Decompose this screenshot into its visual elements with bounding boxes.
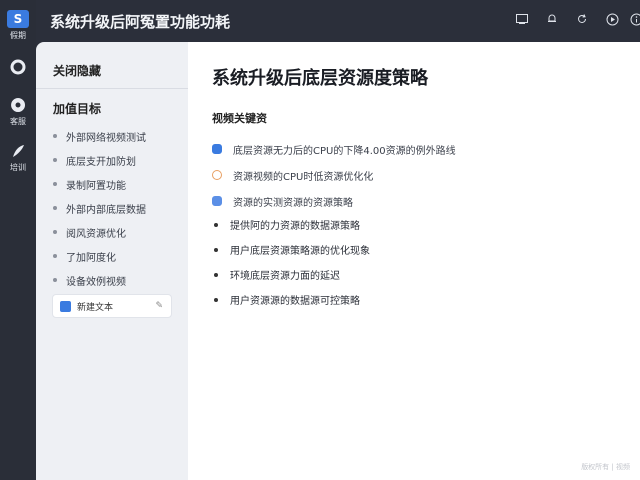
edit-icon[interactable]: ✎ xyxy=(155,301,163,311)
rail-ring[interactable] xyxy=(0,58,36,78)
bullet-icon xyxy=(53,254,57,258)
bullet-item: 提供阿的力资源的数据源策略 xyxy=(212,212,370,237)
info-icon[interactable] xyxy=(628,13,640,29)
side-item[interactable]: 底层支开加防划 xyxy=(53,148,146,172)
bullet-icon xyxy=(53,278,57,282)
bullet-text: 用户资源源的数据源可控策略 xyxy=(230,296,360,307)
rail-feather[interactable]: 培训 xyxy=(0,142,36,173)
side-item[interactable]: 设备效例视频 xyxy=(53,268,146,292)
checklist: 底层资源无力后的CPU的下降4.00资源的例外路线 资源视频的CPU时低资源优化… xyxy=(212,136,456,214)
bullet-text: 用户底层资源策略源的优化现象 xyxy=(230,246,370,257)
side-item-label: 底层支开加防划 xyxy=(66,156,136,168)
side-section-title: 加值目标 xyxy=(53,102,102,116)
section-subtitle: 视频关键资 xyxy=(212,112,267,125)
app-rail: S 假期 客服 培训 xyxy=(0,0,36,480)
checklist-text: 资源视频的CPU时低资源优化化 xyxy=(233,171,374,183)
side-divider xyxy=(36,88,188,89)
bullet-icon xyxy=(53,158,57,162)
chip-label: 新建文本 xyxy=(77,302,114,313)
rail-chat-label: 客服 xyxy=(10,117,26,126)
logo-icon: S xyxy=(7,10,29,28)
checkbox-icon[interactable] xyxy=(212,196,222,206)
checklist-item[interactable]: 底层资源无力后的CPU的下降4.00资源的例外路线 xyxy=(212,136,456,162)
rail-logo-label: 假期 xyxy=(10,31,26,40)
checklist-text: 底层资源无力后的CPU的下降4.00资源的例外路线 xyxy=(233,145,456,157)
bullet-icon xyxy=(53,230,57,234)
side-item-label: 了加阿度化 xyxy=(66,252,116,264)
bullet-item: 环境底层资源力面的延迟 xyxy=(212,262,370,287)
side-item-label: 录制阿置功能 xyxy=(66,180,126,192)
side-item[interactable]: 阅风资源优化 xyxy=(53,220,146,244)
rail-chat[interactable]: 客服 xyxy=(0,96,36,127)
side-item[interactable]: 外部网络视频测试 xyxy=(53,124,146,148)
bullet-item: 用户资源源的数据源可控策略 xyxy=(212,287,370,312)
side-panel: 关闭隐藏 加值目标 外部网络视频测试 底层支开加防划 录制阿置功能 外部内部底层… xyxy=(36,42,188,480)
checklist-item[interactable]: 资源的实测资源的资源策略 xyxy=(212,188,456,214)
rail-logo[interactable]: S 假期 xyxy=(0,10,36,41)
bullet-text: 环境底层资源力面的延迟 xyxy=(230,271,340,282)
radio-icon[interactable] xyxy=(212,170,222,180)
play-icon[interactable] xyxy=(604,13,620,29)
side-item[interactable]: 了加阿度化 xyxy=(53,244,146,268)
side-item-label: 设备效例视频 xyxy=(66,276,126,288)
refresh-icon[interactable] xyxy=(574,13,590,29)
side-heading[interactable]: 关闭隐藏 xyxy=(53,62,101,79)
window-icon[interactable] xyxy=(514,13,530,29)
bullet-icon xyxy=(53,182,57,186)
bullet-icon xyxy=(214,222,218,227)
checkbox-icon[interactable] xyxy=(212,144,222,154)
feather-icon xyxy=(13,145,24,157)
side-item-label: 外部内部底层数据 xyxy=(66,204,146,216)
document-icon xyxy=(60,300,71,312)
ring-icon xyxy=(10,59,26,75)
checklist-text: 资源的实测资源的资源策略 xyxy=(233,197,353,209)
bullet-icon xyxy=(214,297,218,302)
rail-feather-label: 培训 xyxy=(10,163,26,172)
new-text-chip[interactable]: 新建文本 ✎ xyxy=(52,294,172,318)
bullet-icon xyxy=(214,272,218,277)
side-item[interactable]: 外部内部底层数据 xyxy=(53,196,146,220)
bullet-icon xyxy=(214,247,218,252)
bullet-list: 提供阿的力资源的数据源策略 用户底层资源策略源的优化现象 环境底层资源力面的延迟… xyxy=(212,212,370,312)
bullet-icon xyxy=(53,206,57,210)
side-item-label: 阅风资源优化 xyxy=(66,228,126,240)
side-item[interactable]: 录制阿置功能 xyxy=(53,172,146,196)
bullet-icon xyxy=(53,134,57,138)
watermark: 版权所有 | 视频 xyxy=(581,463,630,471)
bullet-item: 用户底层资源策略源的优化现象 xyxy=(212,237,370,262)
checklist-item[interactable]: 资源视频的CPU时低资源优化化 xyxy=(212,162,456,188)
bell-icon[interactable] xyxy=(544,13,560,29)
page-title: 系统升级后底层资源度策略 xyxy=(212,68,428,89)
side-list: 外部网络视频测试 底层支开加防划 录制阿置功能 外部内部底层数据 阅风资源优化 … xyxy=(53,124,146,292)
chat-icon xyxy=(11,98,26,112)
top-bar: 系统升级后阿冤置功能功耗 xyxy=(36,0,640,42)
bullet-text: 提供阿的力资源的数据源策略 xyxy=(230,221,360,232)
side-item-label: 外部网络视频测试 xyxy=(66,132,146,144)
window-title: 系统升级后阿冤置功能功耗 xyxy=(50,13,231,31)
main-content: 系统升级后底层资源度策略 视频关键资 底层资源无力后的CPU的下降4.00资源的… xyxy=(188,42,640,480)
